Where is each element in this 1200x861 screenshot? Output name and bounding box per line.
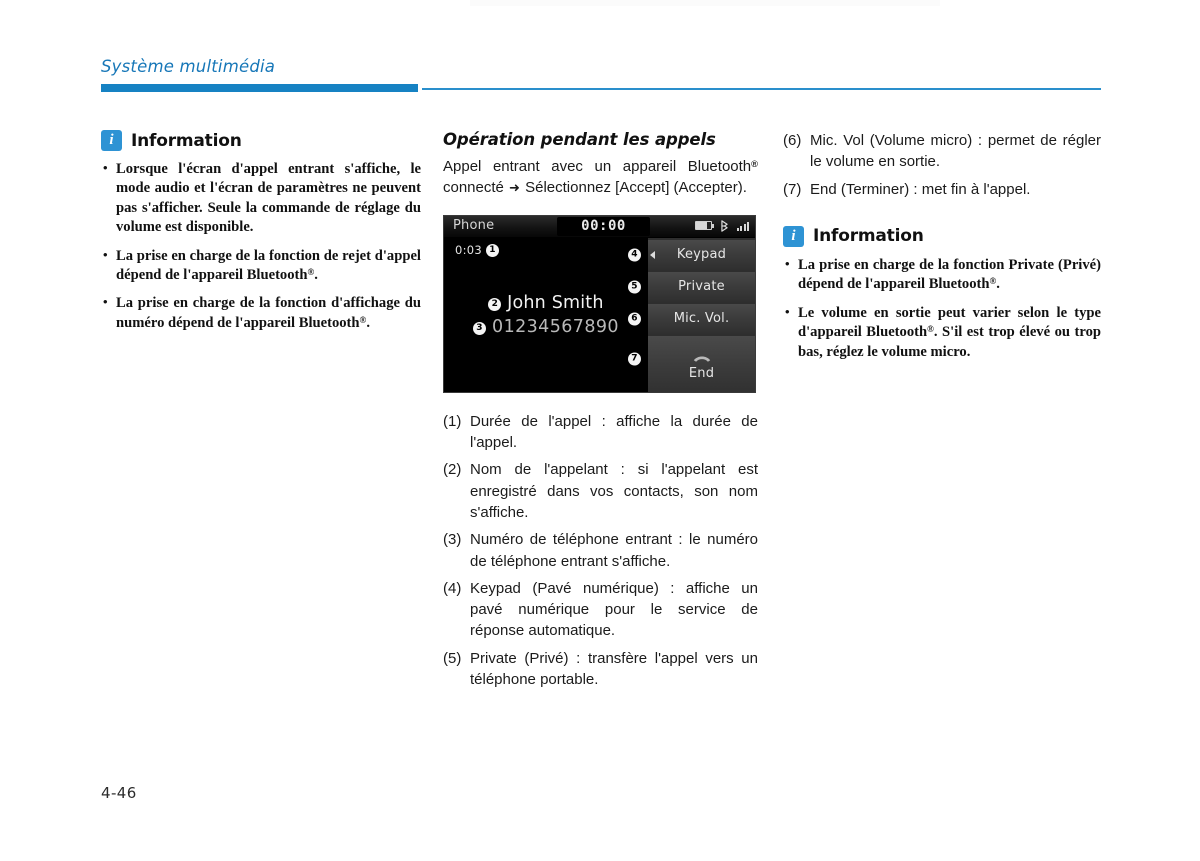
list-item: Le volume en sortie peut varier selon le… — [783, 303, 1101, 362]
call-duration-value: 0:03 — [455, 242, 483, 257]
caller-name-value: John Smith — [507, 292, 604, 313]
header-rule-thin — [422, 88, 1101, 91]
mic-vol-button-label: Mic. Vol. — [673, 311, 730, 327]
list-item-text: Mic. Vol (Volume micro) : permet de régl… — [810, 132, 1101, 171]
list-item: (1) Durée de l'appel : affiche la durée … — [443, 411, 758, 454]
device-caller-number-row: 3 01234567890 — [444, 317, 648, 337]
information-title: Information — [813, 226, 924, 247]
callout-marker-1: 1 — [486, 244, 499, 258]
phone-call-screen-image: Phone 00:00 0:03 1 2 John Smith 3 012345… — [443, 214, 756, 393]
battery-icon — [695, 221, 715, 231]
list-item: (5) Private (Privé) : transfère l'appel … — [443, 648, 758, 691]
section-title: Opération pendant les appels — [443, 130, 716, 149]
end-button-label: End — [688, 365, 715, 381]
list-item: Lorsque l'écran d'appel entrant s'affich… — [101, 159, 421, 238]
list-item-key: (7) — [783, 180, 802, 198]
hangup-handset-icon — [692, 353, 712, 363]
private-button-label: Private — [678, 279, 725, 295]
list-item-text: Keypad (Pavé numérique) : affiche un pav… — [470, 579, 758, 640]
device-keypad-button[interactable]: 4 Keypad — [628, 239, 755, 270]
list-item-key: (6) — [783, 132, 802, 149]
list-item: La prise en charge de la fonction Privat… — [783, 255, 1101, 295]
info-icon: i — [783, 225, 804, 247]
list-item-key: (5) — [443, 649, 462, 667]
list-item: La prise en charge de la fonction de rej… — [101, 246, 421, 286]
callout-marker-2: 2 — [488, 298, 502, 312]
callout-marker-4: 4 — [628, 248, 641, 262]
device-button-panel: 4 Keypad 5 Private 6 Mic. Vol. 7 End — [628, 237, 755, 392]
signal-icon — [737, 221, 749, 231]
scan-artifact-strip — [470, 0, 940, 6]
information-box-header-right: i Information — [783, 225, 1101, 247]
right-column: (6) Mic. Vol (Volume micro) : permet de … — [783, 130, 1101, 362]
device-status-icons — [695, 220, 749, 232]
callout-marker-6: 6 — [628, 312, 641, 326]
list-item-text: Nom de l'appelant : si l'appelant est en… — [470, 461, 758, 521]
list-item-key: (3) — [443, 531, 462, 549]
device-caller-block: 2 John Smith 3 01234567890 — [444, 293, 648, 337]
list-item: (2) Nom de l'appelant : si l'appelant es… — [443, 459, 758, 523]
left-column: i Information Lorsque l'écran d'appel en… — [101, 130, 421, 333]
info-icon: i — [101, 130, 122, 151]
device-mic-vol-button[interactable]: 6 Mic. Vol. — [628, 303, 755, 334]
list-item: La prise en charge de la fonction d'affi… — [101, 293, 421, 333]
list-item: (6) Mic. Vol (Volume micro) : permet de … — [783, 130, 1101, 173]
list-item: (3) Numéro de téléphone entrant : le num… — [443, 529, 758, 572]
device-caller-name-row: 2 John Smith — [444, 293, 648, 313]
callout-marker-3: 3 — [473, 322, 487, 336]
numbered-spec-list-right: (6) Mic. Vol (Volume micro) : permet de … — [783, 130, 1101, 200]
information-box-header-left: i Information — [101, 130, 421, 151]
list-item-text: Durée de l'appel : affiche la durée de l… — [470, 412, 758, 452]
list-item-text: Numéro de téléphone entrant : le numéro … — [470, 531, 758, 570]
callout-marker-5: 5 — [628, 280, 641, 294]
chevron-left-icon — [650, 250, 655, 259]
device-call-duration: 0:03 1 — [455, 243, 499, 258]
information-bullet-list-right: La prise en charge de la fonction Privat… — [783, 255, 1101, 362]
page-title: Système multimédia — [101, 57, 276, 76]
device-clock-container: 00:00 — [557, 216, 650, 236]
list-item-key: (2) — [443, 461, 462, 479]
device-private-button[interactable]: 5 Private — [628, 271, 755, 302]
information-bullet-list-left: Lorsque l'écran d'appel entrant s'affich… — [101, 159, 421, 333]
keypad-button-label: Keypad — [676, 247, 727, 263]
information-title: Information — [131, 130, 242, 151]
list-item-text: Private (Privé) : transfère l'appel vers… — [470, 649, 758, 689]
arrow-right-icon: ➜ — [509, 181, 520, 197]
device-end-call-button[interactable]: 7 End — [628, 335, 755, 392]
bluetooth-phone-icon — [719, 220, 730, 232]
callout-marker-7: 7 — [628, 352, 641, 366]
section-intro-paragraph: Appel entrant avec un appareil Bluetooth… — [443, 158, 758, 197]
device-clock: 00:00 — [581, 217, 626, 234]
header-rule-thick — [101, 84, 418, 92]
page-number: 4-46 — [101, 784, 137, 802]
device-app-name: Phone — [453, 217, 495, 233]
list-item-text: End (Terminer) : met fin à l'appel. — [810, 180, 1031, 198]
page-header: Système multimédia — [101, 57, 1101, 97]
list-item-key: (4) — [443, 579, 462, 597]
caller-number-value: 01234567890 — [492, 316, 619, 337]
list-item-key: (1) — [443, 412, 462, 430]
list-item: (4) Keypad (Pavé numérique) : affiche un… — [443, 578, 758, 642]
middle-column: Opération pendant les appels Appel entra… — [443, 130, 758, 690]
numbered-spec-list-middle: (1) Durée de l'appel : affiche la durée … — [443, 411, 758, 691]
list-item: (7) End (Terminer) : met fin à l'appel. — [783, 179, 1101, 200]
